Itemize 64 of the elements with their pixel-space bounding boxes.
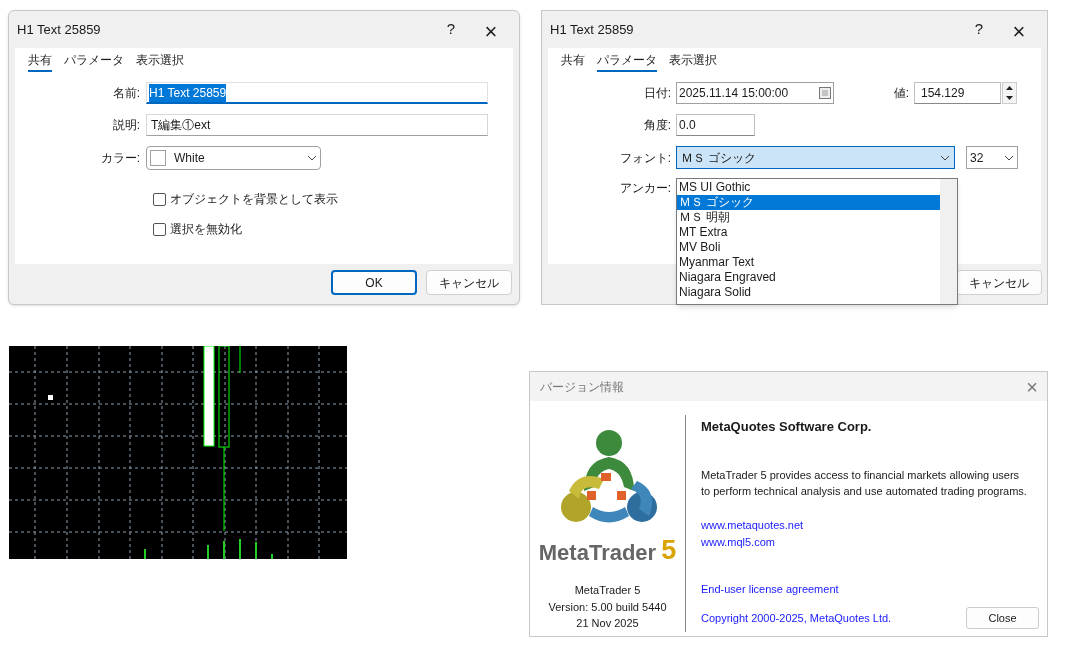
close-button[interactable]: × xyxy=(471,14,511,45)
description-field[interactable]: T編集①ext xyxy=(146,114,488,136)
help-button[interactable]: ? xyxy=(959,14,999,45)
help-button[interactable]: ? xyxy=(431,14,471,45)
tab[interactable]: 共有 xyxy=(28,51,52,72)
color-select[interactable]: White xyxy=(146,146,321,170)
field-label: カラー: xyxy=(99,150,140,167)
build-date: 21 Nov 2025 xyxy=(576,616,639,631)
font-select[interactable]: ＭＳ ゴシック xyxy=(676,146,955,169)
font-option[interactable]: MS UI Gothic xyxy=(677,180,940,195)
copyright-link[interactable]: Copyright 2000-2025, MetaQuotes Ltd. xyxy=(701,609,966,627)
font-option[interactable]: MT Extra xyxy=(677,225,940,240)
scrollbar[interactable] xyxy=(940,179,957,304)
version-text: Version: 5.00 build 5440 xyxy=(548,599,667,615)
tab[interactable]: パラメータ xyxy=(597,51,657,72)
field-label: 日付: xyxy=(642,85,671,102)
chevron-down-icon xyxy=(307,155,317,161)
font-option[interactable]: Niagara Engraved xyxy=(677,270,940,285)
window-title: H1 Text 25859 xyxy=(550,20,635,39)
license-link[interactable]: End-user license agreement xyxy=(701,580,839,597)
angle-field[interactable]: 0.0 xyxy=(676,114,755,136)
window-title: H1 Text 25859 xyxy=(17,20,102,39)
field-label: 説明: xyxy=(111,117,140,134)
link[interactable]: www.mql5.com xyxy=(701,534,775,551)
checkbox[interactable] xyxy=(153,192,166,206)
field-label: 角度: xyxy=(642,117,671,134)
field-label: アンカー: xyxy=(618,180,671,197)
name-field[interactable]: H1 Text 25859 xyxy=(146,82,488,104)
font-option[interactable]: MV Boli xyxy=(677,240,940,255)
font-option[interactable]: ＭＳ 明朝 xyxy=(677,210,940,225)
color-swatch xyxy=(150,150,166,166)
spinner-arrows-icon[interactable] xyxy=(1002,82,1017,104)
date-field[interactable]: 2025.11.14 15:00:00 xyxy=(676,82,834,104)
field-label: 値: xyxy=(892,85,909,102)
close-button[interactable]: Close xyxy=(966,607,1039,629)
company-name: MetaQuotes Software Corp. xyxy=(701,418,873,436)
chevron-down-icon xyxy=(1004,154,1014,161)
close-button[interactable]: × xyxy=(1017,371,1047,402)
ok-button[interactable]: OK xyxy=(331,270,417,295)
checkbox-label: オブジェクトを背景として表示 xyxy=(170,191,338,208)
checkbox[interactable] xyxy=(153,222,166,236)
field-label: 名前: xyxy=(111,85,140,102)
window-title: バージョン情報 xyxy=(540,378,625,396)
font-size-select[interactable]: 32 xyxy=(966,146,1018,169)
price-field[interactable]: 154.129 xyxy=(914,82,1001,104)
checkbox-label: 選択を無効化 xyxy=(170,221,242,238)
tab[interactable]: 表示選択 xyxy=(669,51,717,72)
description-text: MetaTrader 5 provides access to financial markets allowing users to perform technical analysis and use automated trading programs. xyxy=(701,467,1028,499)
product-name: MetaTrader 5 xyxy=(574,583,641,598)
logo-number: 5 xyxy=(661,537,677,564)
font-option[interactable]: Niagara Solid xyxy=(677,285,940,300)
cancel-button[interactable]: キャンセル xyxy=(956,270,1042,295)
logo-wordmark: MetaTrader xyxy=(538,542,657,564)
calendar-icon[interactable] xyxy=(819,87,831,99)
tab[interactable]: 表示選択 xyxy=(136,51,184,72)
link[interactable]: www.metaquotes.net xyxy=(701,516,804,533)
font-option[interactable]: Myanmar Text xyxy=(677,255,940,270)
tab[interactable]: 共有 xyxy=(561,51,585,72)
font-option[interactable]: ＭＳ ゴシック xyxy=(677,195,940,210)
close-button[interactable]: × xyxy=(999,14,1039,45)
cancel-button[interactable]: キャンセル xyxy=(426,270,512,295)
chevron-down-icon xyxy=(940,154,950,161)
field-label: フォント: xyxy=(618,149,671,167)
tab[interactable]: パラメータ xyxy=(64,51,124,72)
